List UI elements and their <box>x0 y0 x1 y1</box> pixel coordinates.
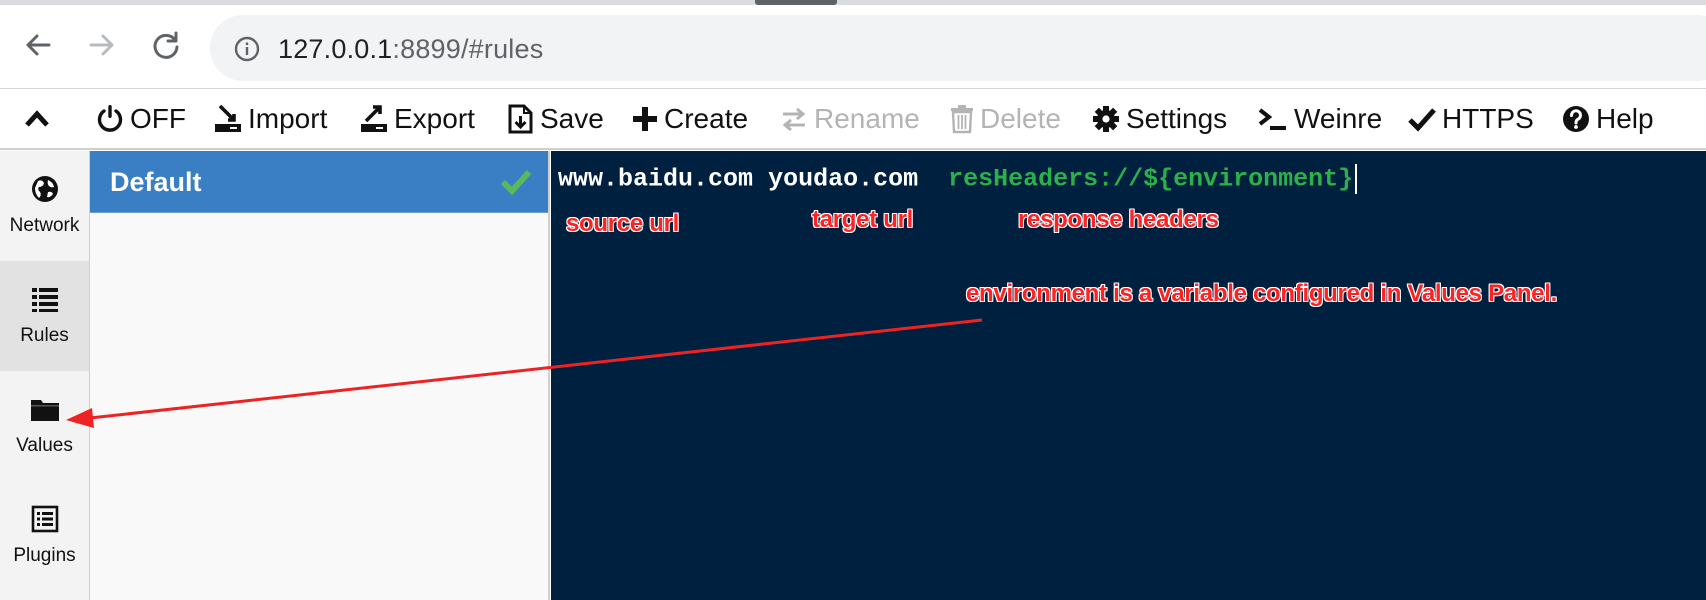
save-button[interactable]: Save <box>508 100 604 138</box>
check-icon <box>500 169 532 196</box>
rule-item-default[interactable]: Default <box>90 151 548 213</box>
annotation-environment-note: environment is a variable configured in … <box>966 280 1557 307</box>
https-label: HTTPS <box>1442 103 1534 134</box>
globe-icon <box>31 176 58 202</box>
https-button[interactable]: HTTPS <box>1408 100 1534 138</box>
plugin-list-icon <box>31 505 58 533</box>
delete-label: Delete <box>980 103 1061 134</box>
trash-icon <box>951 105 973 134</box>
url-text[interactable]: 127.0.0.1:8899/#rules <box>278 34 543 65</box>
rule-name: Default <box>110 167 202 197</box>
gear-icon <box>1093 106 1119 132</box>
create-label: Create <box>664 103 749 134</box>
annotation-target-url: target url <box>812 206 914 233</box>
save-file-icon <box>508 104 533 134</box>
nav-label-plugins: Plugins <box>13 545 76 566</box>
terminal-icon <box>1258 108 1286 130</box>
reload-button[interactable] <box>148 27 184 63</box>
reload-icon <box>153 31 179 59</box>
back-button[interactable] <box>20 27 56 63</box>
rename-label: Rename <box>814 103 920 134</box>
nav-item-rules[interactable]: Rules <box>0 261 89 371</box>
nav-item-values[interactable]: Values <box>0 371 89 481</box>
collapse-button[interactable] <box>22 100 58 138</box>
info-icon[interactable] <box>234 36 260 62</box>
chevron-up-icon <box>25 110 49 127</box>
url-path: :8899/#rules <box>392 34 544 64</box>
rename-button[interactable]: Rename <box>780 100 920 138</box>
list-icon <box>31 288 58 312</box>
rule-protocol-value: resHeaders://${environment} <box>948 164 1354 194</box>
nav-label-rules: Rules <box>20 325 69 346</box>
export-button[interactable]: Export <box>360 100 475 138</box>
rule-source: www.baidu.com <box>558 164 754 194</box>
address-bar[interactable]: 127.0.0.1:8899/#rules <box>210 15 1706 81</box>
nav-label-network: Network <box>9 215 80 236</box>
annotation-source-url: source url <box>566 210 680 237</box>
annotation-response-headers: response headers <box>1018 206 1219 233</box>
folder-icon <box>30 400 59 421</box>
arrow-left-icon <box>26 34 51 56</box>
forward-button[interactable] <box>84 27 120 63</box>
weinre-label: Weinre <box>1294 103 1383 134</box>
weinre-button[interactable]: Weinre <box>1258 100 1382 138</box>
export-icon <box>361 105 387 132</box>
nav-item-plugins[interactable]: Plugins <box>0 481 89 591</box>
settings-label: Settings <box>1126 103 1228 134</box>
checkmark-icon <box>1408 108 1436 132</box>
arrow-right-icon <box>89 34 114 56</box>
nav-label-values: Values <box>16 435 73 456</box>
swap-arrows-icon <box>782 107 806 132</box>
settings-button[interactable]: Settings <box>1092 100 1227 138</box>
app-toolbar: OFF Import Export Save Create Rename Del… <box>0 90 1706 150</box>
delete-button[interactable]: Delete <box>950 100 1061 138</box>
import-icon <box>215 104 241 132</box>
code-line: www.baidu.com youdao.com resHeaders://${… <box>558 164 1358 194</box>
help-button[interactable]: Help <box>1562 100 1654 138</box>
save-label: Save <box>540 103 604 134</box>
left-nav: Network Rules Values Plugins <box>0 151 90 600</box>
rule-target: youdao.com <box>768 164 919 194</box>
off-label: OFF <box>130 103 186 134</box>
import-button[interactable]: Import <box>214 100 327 138</box>
off-button[interactable]: OFF <box>96 100 186 138</box>
import-label: Import <box>248 103 328 134</box>
plus-icon <box>633 107 657 131</box>
export-label: Export <box>394 103 475 134</box>
text-cursor <box>1355 164 1358 194</box>
power-icon <box>97 105 123 132</box>
browser-toolbar: 127.0.0.1:8899/#rules <box>0 5 1706 89</box>
rules-list: Default <box>90 151 550 600</box>
help-label: Help <box>1596 103 1654 134</box>
url-host: 127.0.0.1 <box>278 34 393 64</box>
nav-item-network[interactable]: Network <box>0 151 89 261</box>
create-button[interactable]: Create <box>632 100 748 138</box>
question-circle-icon <box>1563 106 1589 132</box>
